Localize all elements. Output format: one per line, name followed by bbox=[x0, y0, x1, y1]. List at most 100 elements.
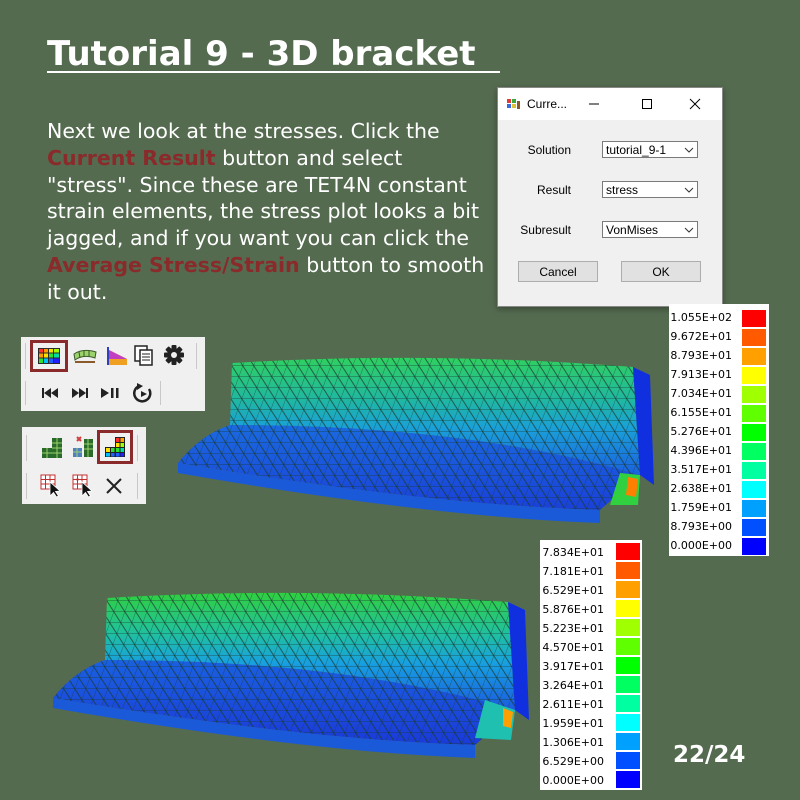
legend-label: 8.793E+01 bbox=[670, 349, 732, 362]
legend-label: 5.223E+01 bbox=[542, 622, 604, 635]
legend-label: 4.570E+01 bbox=[542, 641, 604, 654]
solution-label: Solution bbox=[527, 143, 571, 157]
legend-swatch bbox=[616, 752, 640, 769]
mesh-grid-icon[interactable] bbox=[41, 437, 63, 459]
legend-swatch bbox=[742, 405, 766, 422]
result-label: Result bbox=[536, 183, 571, 197]
current-result-highlight: Current Result bbox=[47, 145, 216, 170]
legend-label: 0.000E+00 bbox=[542, 774, 604, 787]
app-icon bbox=[507, 99, 520, 109]
legend-label: 1.306E+01 bbox=[542, 736, 604, 749]
legend-swatch bbox=[742, 348, 766, 365]
legend-label: 5.876E+01 bbox=[542, 603, 604, 616]
toolbar-separator bbox=[25, 381, 26, 405]
legend-label: 1.759E+01 bbox=[670, 501, 732, 514]
solution-select[interactable]: tutorial_9-1 bbox=[602, 141, 698, 158]
toolbar-separator bbox=[137, 473, 138, 499]
toolbar-separator bbox=[26, 435, 27, 461]
solution-value: tutorial_9-1 bbox=[606, 143, 667, 157]
subresult-label: Subresult bbox=[520, 223, 571, 237]
legend-swatch bbox=[742, 386, 766, 403]
contour-plot-icon[interactable] bbox=[105, 345, 129, 367]
chevron-down-icon bbox=[684, 187, 694, 193]
legend-swatch bbox=[616, 562, 640, 579]
stress-plot-averaged bbox=[53, 592, 529, 758]
legend-swatch bbox=[616, 771, 640, 788]
legend-label: 3.517E+01 bbox=[670, 463, 732, 476]
legend-label: 3.917E+01 bbox=[542, 660, 604, 673]
deformed-mesh-icon[interactable] bbox=[73, 346, 97, 366]
legend-swatch bbox=[616, 638, 640, 655]
clear-selection-icon[interactable] bbox=[105, 477, 123, 495]
play-pause-icon[interactable] bbox=[100, 386, 120, 400]
legend-swatch bbox=[742, 500, 766, 517]
chevron-down-icon bbox=[684, 147, 694, 153]
copy-icon[interactable] bbox=[134, 345, 154, 367]
fast-forward-icon[interactable] bbox=[71, 386, 89, 400]
legend-swatch bbox=[742, 481, 766, 498]
skip-to-start-icon[interactable] bbox=[41, 386, 59, 400]
legend-label: 7.034E+01 bbox=[670, 387, 732, 400]
legend-swatch bbox=[616, 657, 640, 674]
toolbar-separator bbox=[137, 435, 138, 461]
legend-label: 7.834E+01 bbox=[542, 546, 604, 559]
average-stress-strain-icon[interactable] bbox=[104, 436, 126, 458]
chevron-down-icon bbox=[684, 227, 694, 233]
legend-label: 3.264E+01 bbox=[542, 679, 604, 692]
legend-swatch bbox=[742, 367, 766, 384]
legend-swatch bbox=[742, 538, 766, 555]
legend-swatch bbox=[616, 600, 640, 617]
subresult-select[interactable]: VonMises bbox=[602, 221, 698, 238]
average-stress-strain-highlight: Average Stress/Strain bbox=[47, 252, 300, 277]
select-nodes-icon[interactable] bbox=[72, 474, 96, 498]
result-select[interactable]: stress bbox=[602, 181, 698, 198]
dialog-titlebar[interactable]: Curre... bbox=[498, 88, 722, 120]
minimize-icon[interactable] bbox=[584, 94, 604, 114]
toolbar-separator bbox=[160, 381, 161, 405]
legend-label: 7.913E+01 bbox=[670, 368, 732, 381]
current-result-icon[interactable] bbox=[37, 347, 61, 365]
legend-swatch bbox=[616, 714, 640, 731]
mesh-toolbar bbox=[22, 427, 146, 504]
legend-label: 8.793E+00 bbox=[670, 520, 732, 533]
stress-legend-top: 1.055E+02 9.672E+01 8.793E+01 7.913E+01 … bbox=[669, 304, 769, 556]
result-value: stress bbox=[606, 183, 639, 197]
close-icon[interactable] bbox=[685, 94, 705, 114]
animation-cycle-icon[interactable] bbox=[133, 383, 153, 403]
stress-plot-jagged bbox=[178, 357, 654, 523]
legend-swatch bbox=[616, 733, 640, 750]
legend-label: 4.396E+01 bbox=[670, 444, 732, 457]
legend-swatch bbox=[616, 619, 640, 636]
page-number: 22/24 bbox=[673, 742, 746, 768]
slide-title: Tutorial 9 - 3D bracket bbox=[47, 34, 488, 74]
intro-text: Next we look at the stresses. Click the … bbox=[47, 118, 492, 306]
subresult-value: VonMises bbox=[606, 223, 659, 237]
select-elements-icon[interactable] bbox=[40, 474, 64, 498]
legend-label: 6.529E+01 bbox=[542, 584, 604, 597]
legend-label: 7.181E+01 bbox=[542, 565, 604, 578]
legend-swatch bbox=[742, 443, 766, 460]
ok-button[interactable]: OK bbox=[621, 261, 701, 282]
legend-swatch bbox=[742, 329, 766, 346]
legend-label: 6.155E+01 bbox=[670, 406, 732, 419]
legend-label: 1.055E+02 bbox=[670, 311, 732, 324]
legend-label: 2.638E+01 bbox=[670, 482, 732, 495]
split-mesh-icon[interactable] bbox=[71, 435, 95, 459]
legend-label: 1.959E+01 bbox=[542, 717, 604, 730]
intro-text-part: Next we look at the stresses. Click the bbox=[47, 119, 440, 143]
maximize-icon[interactable] bbox=[637, 94, 657, 114]
toolbar-separator bbox=[26, 473, 27, 499]
stress-hotspot bbox=[626, 477, 638, 497]
legend-swatch bbox=[616, 543, 640, 560]
legend-label: 9.672E+01 bbox=[670, 330, 732, 343]
legend-swatch bbox=[742, 310, 766, 327]
cancel-button[interactable]: Cancel bbox=[518, 261, 598, 282]
legend-swatch bbox=[616, 695, 640, 712]
legend-label: 6.529E+00 bbox=[542, 755, 604, 768]
legend-swatch bbox=[616, 581, 640, 598]
legend-swatch bbox=[742, 424, 766, 441]
current-result-dialog: Curre... Solution tutorial_9-1 Result st… bbox=[497, 87, 723, 307]
legend-swatch bbox=[742, 462, 766, 479]
legend-swatch bbox=[616, 676, 640, 693]
stress-legend-bottom: 7.834E+01 7.181E+01 6.529E+01 5.876E+01 … bbox=[540, 540, 642, 790]
